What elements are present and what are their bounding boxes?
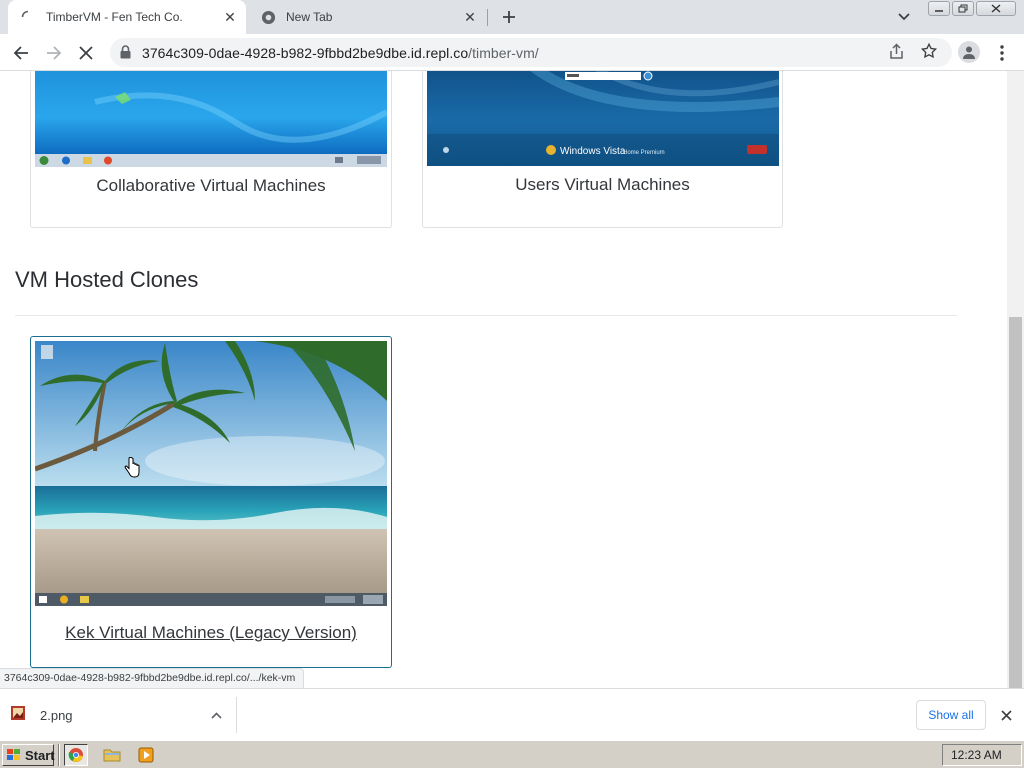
show-all-downloads-button[interactable]: Show all [916,700,986,730]
url-text[interactable]: 3764c309-0dae-4928-b982-9fbbd2be9dbe.id.… [142,45,539,61]
restore-button[interactable] [952,1,974,16]
vm-card-kek[interactable]: Kek Virtual Machines (Legacy Version) [30,336,392,668]
url-host: 3764c309-0dae-4928-b982-9fbbd2be9dbe.id.… [142,45,469,61]
vm-card-collaborative[interactable]: Collaborative Virtual Machines [30,71,392,228]
chrome-taskbar-button[interactable] [64,744,88,766]
download-separator [236,697,237,733]
tab-title: TimberVM - Fen Tech Co. [46,10,183,24]
close-shelf-icon[interactable] [996,705,1016,725]
chrome-icon [260,9,276,25]
section-divider [15,315,957,316]
loading-spinner-icon [20,9,36,25]
tab-search-button[interactable] [893,7,915,27]
start-button[interactable]: Start [2,744,55,766]
tab-new-tab[interactable]: New Tab ✕ [250,0,486,34]
chevron-up-icon[interactable] [211,706,222,724]
vm-card-caption[interactable]: Users Virtual Machines [423,175,782,195]
vm-card-users[interactable]: Windows Vista Home Premium Users Virtual… [422,71,783,228]
new-tab-button[interactable] [497,5,521,29]
stop-loading-button[interactable] [73,40,99,66]
quicklaunch-separator [58,744,60,766]
system-tray-clock[interactable]: 12:23 AM [942,744,1022,766]
plus-icon [503,11,515,23]
section-title: VM Hosted Clones [15,267,199,292]
media-player-icon [138,747,154,763]
tab-separator [487,9,488,26]
windows-taskbar: Start 12:23 AM [0,740,1024,768]
windows-logo-icon [6,748,22,762]
minimize-button[interactable] [928,1,950,16]
lock-icon[interactable] [120,45,131,64]
tab-timbervm[interactable]: TimberVM - Fen Tech Co. ✕ [8,0,246,34]
vm-card-caption[interactable]: Collaborative Virtual Machines [31,176,391,196]
tab-title: New Tab [286,10,333,24]
vista-brand-text: Windows Vista [560,146,626,157]
image-file-icon [10,705,26,726]
folder-icon [103,749,121,762]
explorer-taskbar-button[interactable] [100,744,124,766]
vm-card-caption[interactable]: Kek Virtual Machines (Legacy Version) [31,623,391,643]
bookmark-star-icon[interactable] [920,42,938,65]
vista-login-thumbnail[interactable]: Windows Vista Home Premium [427,71,779,166]
beach-desktop-thumbnail[interactable] [35,341,387,606]
tab-strip: TimberVM - Fen Tech Co. ✕ New Tab ✕ [0,0,1024,34]
win7-desktop-thumbnail[interactable] [35,71,387,167]
close-tab-icon[interactable]: ✕ [460,7,480,27]
back-button[interactable] [8,40,34,66]
arrow-left-icon [13,46,28,60]
download-file-name: 2.png [40,707,73,723]
share-icon[interactable] [888,43,905,65]
scrollbar-thumb[interactable] [1009,317,1022,688]
browser-menu-icon[interactable] [992,42,1012,64]
forward-button[interactable] [41,40,67,66]
window-controls [928,1,1016,16]
profile-avatar-icon[interactable] [958,41,980,63]
chevron-down-icon [898,13,910,21]
download-item[interactable]: 2.png [10,694,236,736]
download-shelf: 2.png Show all [0,688,1024,740]
page-viewport: Collaborative Virtual Machines Windows V… [0,71,1024,688]
address-bar[interactable]: 3764c309-0dae-4928-b982-9fbbd2be9dbe.id.… [110,38,952,67]
close-icon [79,46,93,60]
url-path: /timber-vm/ [468,45,539,61]
arrow-right-icon [47,46,62,60]
chrome-icon [68,748,83,762]
link-status-bar: 3764c309-0dae-4928-b982-9fbbd2be9dbe.id.… [0,668,305,688]
hand-cursor-icon [124,456,140,484]
close-window-button[interactable] [976,1,1016,16]
vista-edition-text: Home Premium [623,150,665,156]
close-tab-icon[interactable]: ✕ [220,7,240,27]
media-player-taskbar-button[interactable] [134,744,158,766]
start-label: Start [25,747,55,763]
browser-toolbar: 3764c309-0dae-4928-b982-9fbbd2be9dbe.id.… [0,34,1024,71]
